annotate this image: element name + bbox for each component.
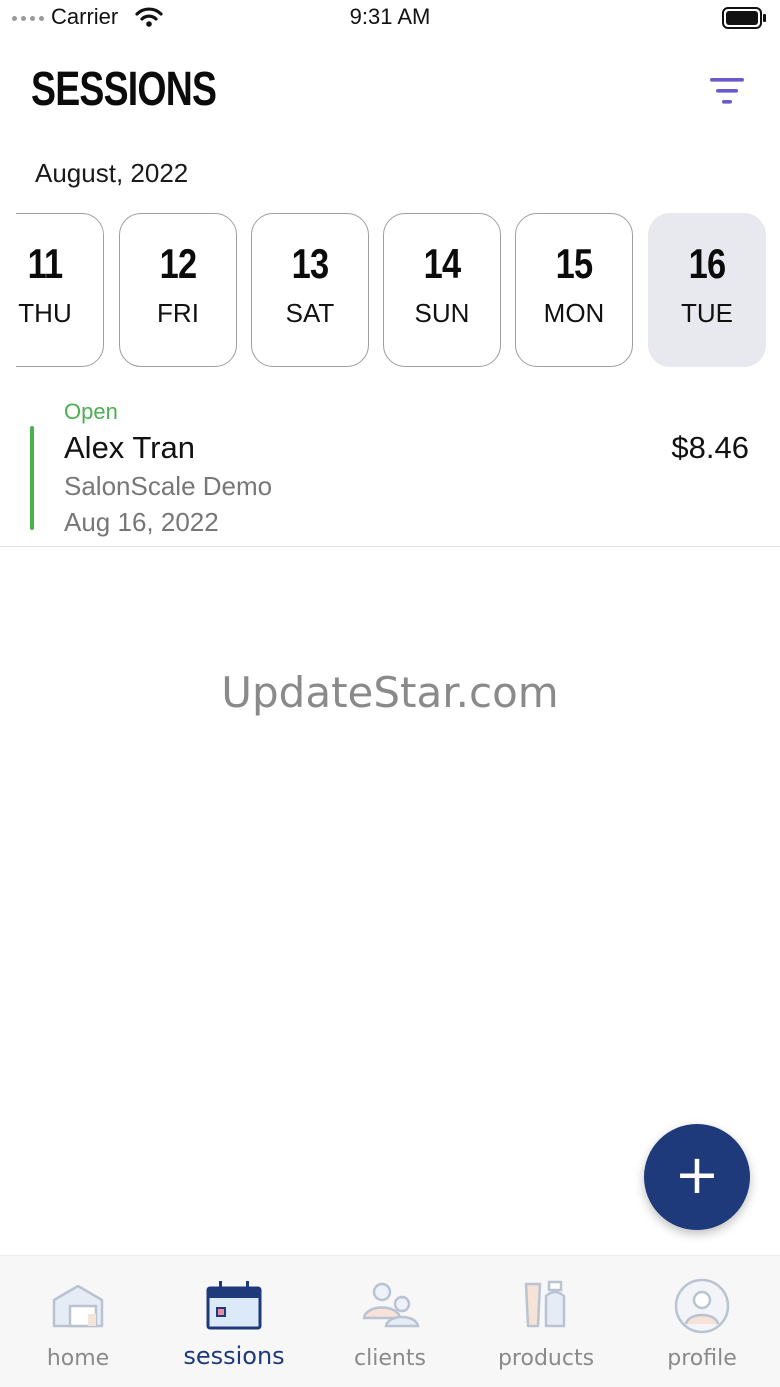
session-amount: $8.46 <box>671 430 749 465</box>
date-weekday: SUN <box>414 298 470 328</box>
tab-label: clients <box>354 1346 426 1371</box>
session-client-name: Alex Tran <box>64 430 195 465</box>
status-bar: Carrier 9:31 AM <box>0 0 780 40</box>
date-weekday: THU <box>18 298 72 328</box>
session-list-item[interactable]: Open Alex Tran SalonScale Demo Aug 16, 2… <box>0 390 780 547</box>
date-card-15[interactable]: 15 MON <box>515 213 633 367</box>
date-number: 11 <box>27 240 64 287</box>
month-label: August, 2022 <box>35 158 189 188</box>
session-date: Aug 16, 2022 <box>64 507 219 537</box>
date-card-12[interactable]: 12 FRI <box>119 213 237 367</box>
date-weekday: TUE <box>681 298 733 328</box>
add-session-button[interactable]: + <box>644 1124 750 1230</box>
session-status: Open <box>64 399 118 424</box>
plus-icon: + <box>674 1143 720 1206</box>
tab-clients[interactable]: clients <box>312 1256 468 1387</box>
tab-bar: home sessions clients products profile <box>0 1255 780 1387</box>
tab-label: sessions <box>183 1342 285 1370</box>
filter-button[interactable] <box>706 74 748 108</box>
session-salon-name: SalonScale Demo <box>64 471 273 501</box>
products-icon <box>524 1280 566 1328</box>
date-strip[interactable]: 11 THU 12 FRI 13 SAT 14 SUN 15 MON 16 TU… <box>16 212 780 370</box>
date-number: 15 <box>555 240 593 287</box>
tab-home[interactable]: home <box>0 1256 156 1387</box>
tab-sessions[interactable]: sessions <box>156 1256 312 1387</box>
date-number: 13 <box>291 240 329 287</box>
date-card-14[interactable]: 14 SUN <box>383 213 501 367</box>
date-number: 12 <box>159 240 197 287</box>
watermark: UpdateStar.com <box>221 668 559 717</box>
tab-label: home <box>46 1346 110 1371</box>
tab-profile[interactable]: profile <box>624 1256 780 1387</box>
filter-icon <box>710 78 744 104</box>
date-weekday: FRI <box>157 298 199 328</box>
calendar-icon <box>206 1281 262 1330</box>
date-weekday: MON <box>543 298 605 328</box>
page-title: SESSIONS <box>31 63 217 116</box>
date-card-16[interactable]: 16 TUE <box>648 213 766 367</box>
profile-icon <box>674 1278 730 1334</box>
date-number: 16 <box>688 240 726 287</box>
tab-label: products <box>497 1346 595 1371</box>
tab-products[interactable]: products <box>468 1256 624 1387</box>
date-card-11[interactable]: 11 THU <box>16 213 104 367</box>
date-weekday: SAT <box>285 298 335 328</box>
tab-label: profile <box>667 1346 737 1371</box>
status-time: 9:31 AM <box>349 4 431 29</box>
status-indicator-bar <box>30 426 34 530</box>
home-icon <box>52 1284 104 1328</box>
battery-icon <box>722 7 768 33</box>
clients-icon <box>362 1282 420 1328</box>
date-number: 14 <box>423 240 461 287</box>
date-card-13[interactable]: 13 SAT <box>251 213 369 367</box>
